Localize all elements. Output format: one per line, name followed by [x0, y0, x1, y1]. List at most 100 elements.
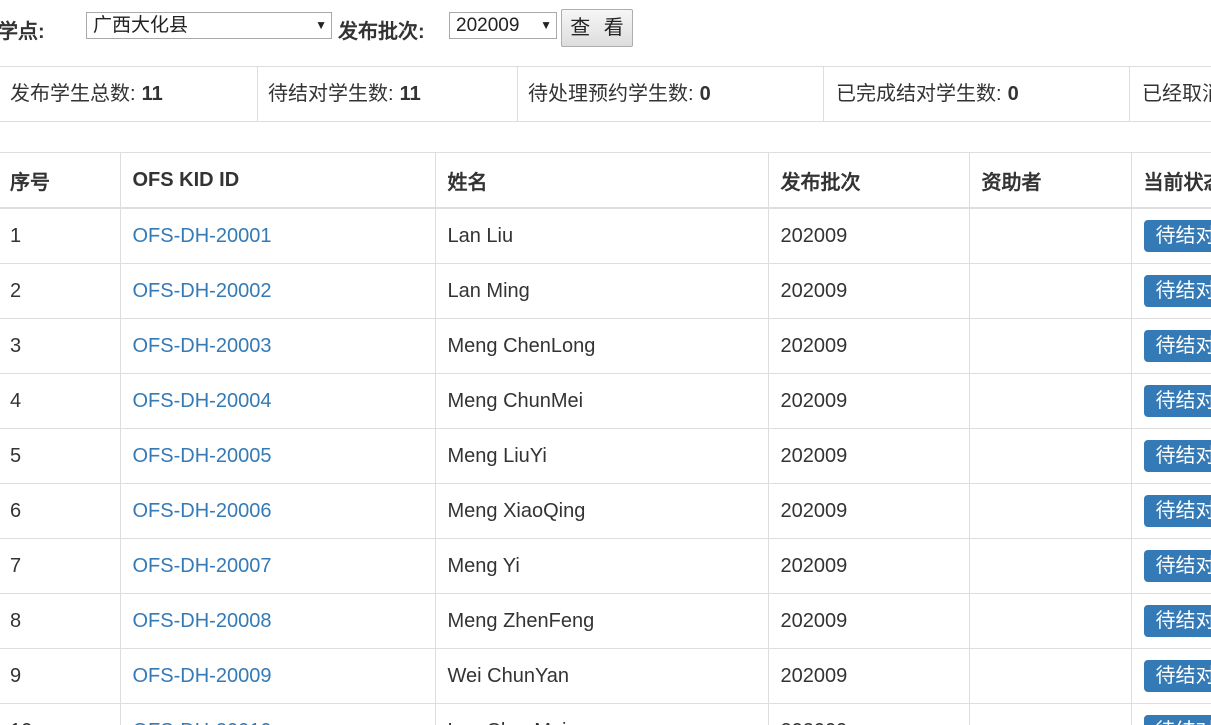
chevron-down-icon: ▼ [315, 18, 327, 32]
cell-sponsor [968, 593, 1131, 649]
students-table: 序号 OFS KID ID 姓名 发布批次 资助者 当前状态 1 OFS-DH-… [0, 153, 1211, 725]
status-badge[interactable]: 待结对 [1143, 550, 1211, 582]
status-badge[interactable]: 待结对 [1143, 220, 1211, 252]
cell-status: 待结对 [1130, 373, 1211, 429]
stat-value: 0 [1007, 83, 1019, 105]
cell-sponsor [968, 263, 1131, 319]
stat-label: 待处理预约学生数: [528, 83, 694, 105]
status-badge[interactable]: 待结对 [1143, 275, 1211, 307]
cell-batch: 202009 [767, 208, 969, 264]
table-row: 9 OFS-DH-20009 Wei ChunYan 202009 待结对 [0, 648, 1211, 704]
cell-kid-id: OFS-DH-20010 [119, 703, 435, 725]
table-row: 10 OFS-DH-20010 Lan ChunMei 202009 待结对 [0, 703, 1211, 725]
kid-id-link[interactable]: OFS-DH-20003 [133, 335, 272, 357]
status-badge[interactable]: 待结对 [1143, 330, 1211, 362]
stats-bar: 发布学生总数: 11 待结对学生数: 11 待处理预约学生数: 0 已完成结对学生数:… [0, 66, 1211, 122]
batch-label: 发布批次: [338, 21, 425, 43]
cell-sponsor [968, 428, 1131, 484]
cell-index: 8 [0, 593, 120, 649]
cell-name: Meng ZhenFeng [434, 593, 768, 649]
table-row: 5 OFS-DH-20005 Meng LiuYi 202009 待结对 [0, 428, 1211, 484]
school-select-value: 广西大化县 [93, 15, 189, 36]
stat-completed-pairing: 已完成结对学生数: 0 [823, 67, 1129, 121]
status-badge[interactable]: 待结对 [1143, 660, 1211, 692]
stat-value: 0 [699, 83, 711, 105]
status-badge[interactable]: 待结对 [1143, 385, 1211, 417]
cell-status: 待结对 [1130, 428, 1211, 484]
cell-status: 待结对 [1130, 318, 1211, 374]
cell-sponsor [968, 703, 1131, 725]
cell-status: 待结对 [1130, 593, 1211, 649]
stat-value: 11 [141, 83, 163, 105]
cell-batch: 202009 [767, 593, 969, 649]
cell-batch: 202009 [767, 263, 969, 319]
status-badge[interactable]: 待结对 [1143, 715, 1211, 725]
school-select[interactable]: 广西大化县 ▼ [86, 12, 332, 39]
cell-status: 待结对 [1130, 208, 1211, 264]
stat-total-published: 发布学生总数: 11 [0, 67, 257, 121]
stat-value: 11 [399, 83, 421, 105]
cell-batch: 202009 [767, 318, 969, 374]
cell-name: Wei ChunYan [434, 648, 768, 704]
cell-index: 5 [0, 428, 120, 484]
kid-id-link[interactable]: OFS-DH-20009 [133, 665, 272, 687]
cell-kid-id: OFS-DH-20006 [119, 483, 435, 539]
cell-status: 待结对 [1130, 483, 1211, 539]
table-row: 7 OFS-DH-20007 Meng Yi 202009 待结对 [0, 538, 1211, 594]
kid-id-link[interactable]: OFS-DH-20001 [133, 225, 272, 247]
stat-cancelled: 已经取消 [1129, 67, 1211, 121]
cell-name: Meng ChenLong [434, 318, 768, 374]
kid-id-link[interactable]: OFS-DH-20002 [133, 280, 272, 302]
status-badge[interactable]: 待结对 [1143, 605, 1211, 637]
cell-sponsor [968, 483, 1131, 539]
cell-sponsor [968, 373, 1131, 429]
cell-batch: 202009 [767, 703, 969, 725]
table-body: 1 OFS-DH-20001 Lan Liu 202009 待结对 2 OFS-… [0, 208, 1211, 725]
kid-id-link[interactable]: OFS-DH-20004 [133, 390, 272, 412]
cell-batch: 202009 [767, 373, 969, 429]
cell-batch: 202009 [767, 483, 969, 539]
table-header-row: 序号 OFS KID ID 姓名 发布批次 资助者 当前状态 [0, 153, 1211, 209]
cell-status: 待结对 [1130, 538, 1211, 594]
kid-id-link[interactable]: OFS-DH-20010 [133, 720, 272, 725]
cell-kid-id: OFS-DH-20003 [119, 318, 435, 374]
kid-id-link[interactable]: OFS-DH-20006 [133, 500, 272, 522]
cell-index: 7 [0, 538, 120, 594]
status-badge[interactable]: 待结对 [1143, 440, 1211, 472]
stat-label: 待结对学生数: [268, 83, 394, 105]
cell-index: 10 [0, 703, 120, 725]
header-sponsor: 资助者 [968, 153, 1131, 209]
cell-name: Lan ChunMei [434, 703, 768, 725]
page: 助学点: 广西大化县 ▼ 发布批次: 202009 ▼ 查 看 发布学生总数:1… [0, 0, 1211, 725]
cell-index: 6 [0, 483, 120, 539]
kid-id-link[interactable]: OFS-DH-20005 [133, 445, 272, 467]
cell-name: Meng LiuYi [434, 428, 768, 484]
cell-index: 4 [0, 373, 120, 429]
batch-select[interactable]: 202009 ▼ [449, 12, 557, 39]
batch-select-value: 202009 [456, 15, 520, 36]
students-table-wrap: 序号 OFS KID ID 姓名 发布批次 资助者 当前状态 1 OFS-DH-… [0, 152, 1211, 725]
table-row: 8 OFS-DH-20008 Meng ZhenFeng 202009 待结对 [0, 593, 1211, 649]
cell-kid-id: OFS-DH-20004 [119, 373, 435, 429]
cell-kid-id: OFS-DH-20009 [119, 648, 435, 704]
cell-sponsor [968, 318, 1131, 374]
cell-kid-id: OFS-DH-20002 [119, 263, 435, 319]
kid-id-link[interactable]: OFS-DH-20008 [133, 610, 272, 632]
chevron-down-icon: ▼ [540, 18, 552, 32]
kid-id-link[interactable]: OFS-DH-20007 [133, 555, 272, 577]
cell-sponsor [968, 648, 1131, 704]
cell-status: 待结对 [1130, 263, 1211, 319]
cell-kid-id: OFS-DH-20007 [119, 538, 435, 594]
cell-name: Lan Ming [434, 263, 768, 319]
cell-name: Meng Yi [434, 538, 768, 594]
view-button[interactable]: 查 看 [561, 9, 633, 47]
stat-awaiting-pairing: 待结对学生数: 11 [257, 67, 517, 121]
status-badge[interactable]: 待结对 [1143, 495, 1211, 527]
table-row: 3 OFS-DH-20003 Meng ChenLong 202009 待结对 [0, 318, 1211, 374]
cell-sponsor [968, 208, 1131, 264]
cell-kid-id: OFS-DH-20005 [119, 428, 435, 484]
cell-index: 9 [0, 648, 120, 704]
cell-status: 待结对 [1130, 648, 1211, 704]
cell-name: Meng ChunMei [434, 373, 768, 429]
table-row: 4 OFS-DH-20004 Meng ChunMei 202009 待结对 [0, 373, 1211, 429]
